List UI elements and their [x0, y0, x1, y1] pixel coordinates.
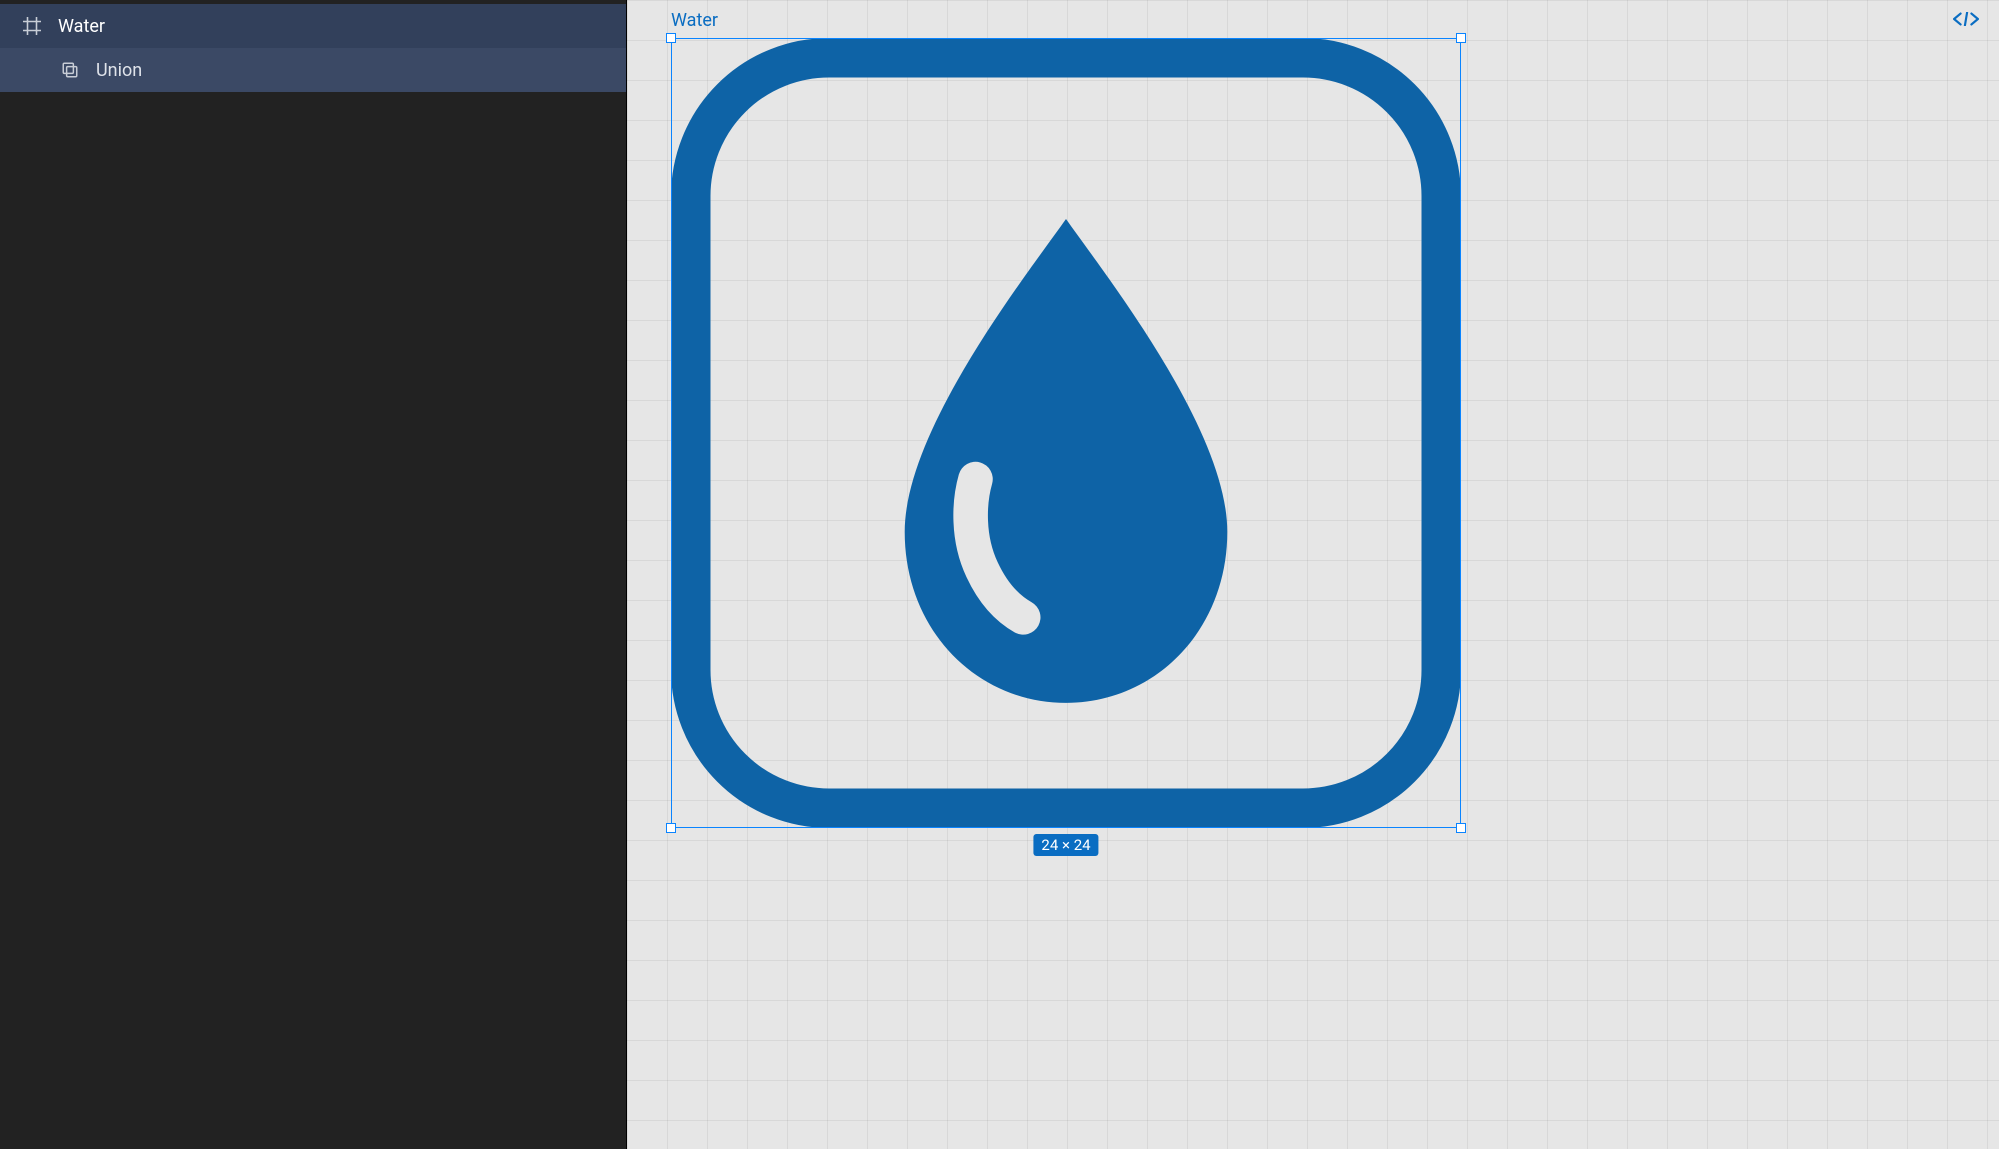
layers-panel: Water Union: [0, 0, 627, 1149]
union-icon: [60, 60, 80, 80]
code-toggle-button[interactable]: [1953, 10, 1979, 31]
layer-row-frame-water[interactable]: Water: [0, 4, 626, 48]
resize-handle-bottom-right[interactable]: [1456, 823, 1466, 833]
water-icon[interactable]: [671, 38, 1461, 828]
resize-handle-top-right[interactable]: [1456, 33, 1466, 43]
layer-label: Water: [58, 16, 105, 37]
layer-row-union[interactable]: Union: [0, 48, 626, 92]
dimension-badge: 24 × 24: [1033, 834, 1098, 856]
layer-label: Union: [96, 60, 142, 81]
layers-empty-area[interactable]: [0, 92, 626, 1149]
resize-handle-top-left[interactable]: [666, 33, 676, 43]
frame-icon: [22, 16, 42, 36]
resize-handle-bottom-left[interactable]: [666, 823, 676, 833]
selection-bounds: 24 × 24: [671, 38, 1461, 828]
frame-title-label[interactable]: Water: [671, 10, 718, 31]
canvas[interactable]: Water 24 × 24: [627, 0, 1999, 1149]
